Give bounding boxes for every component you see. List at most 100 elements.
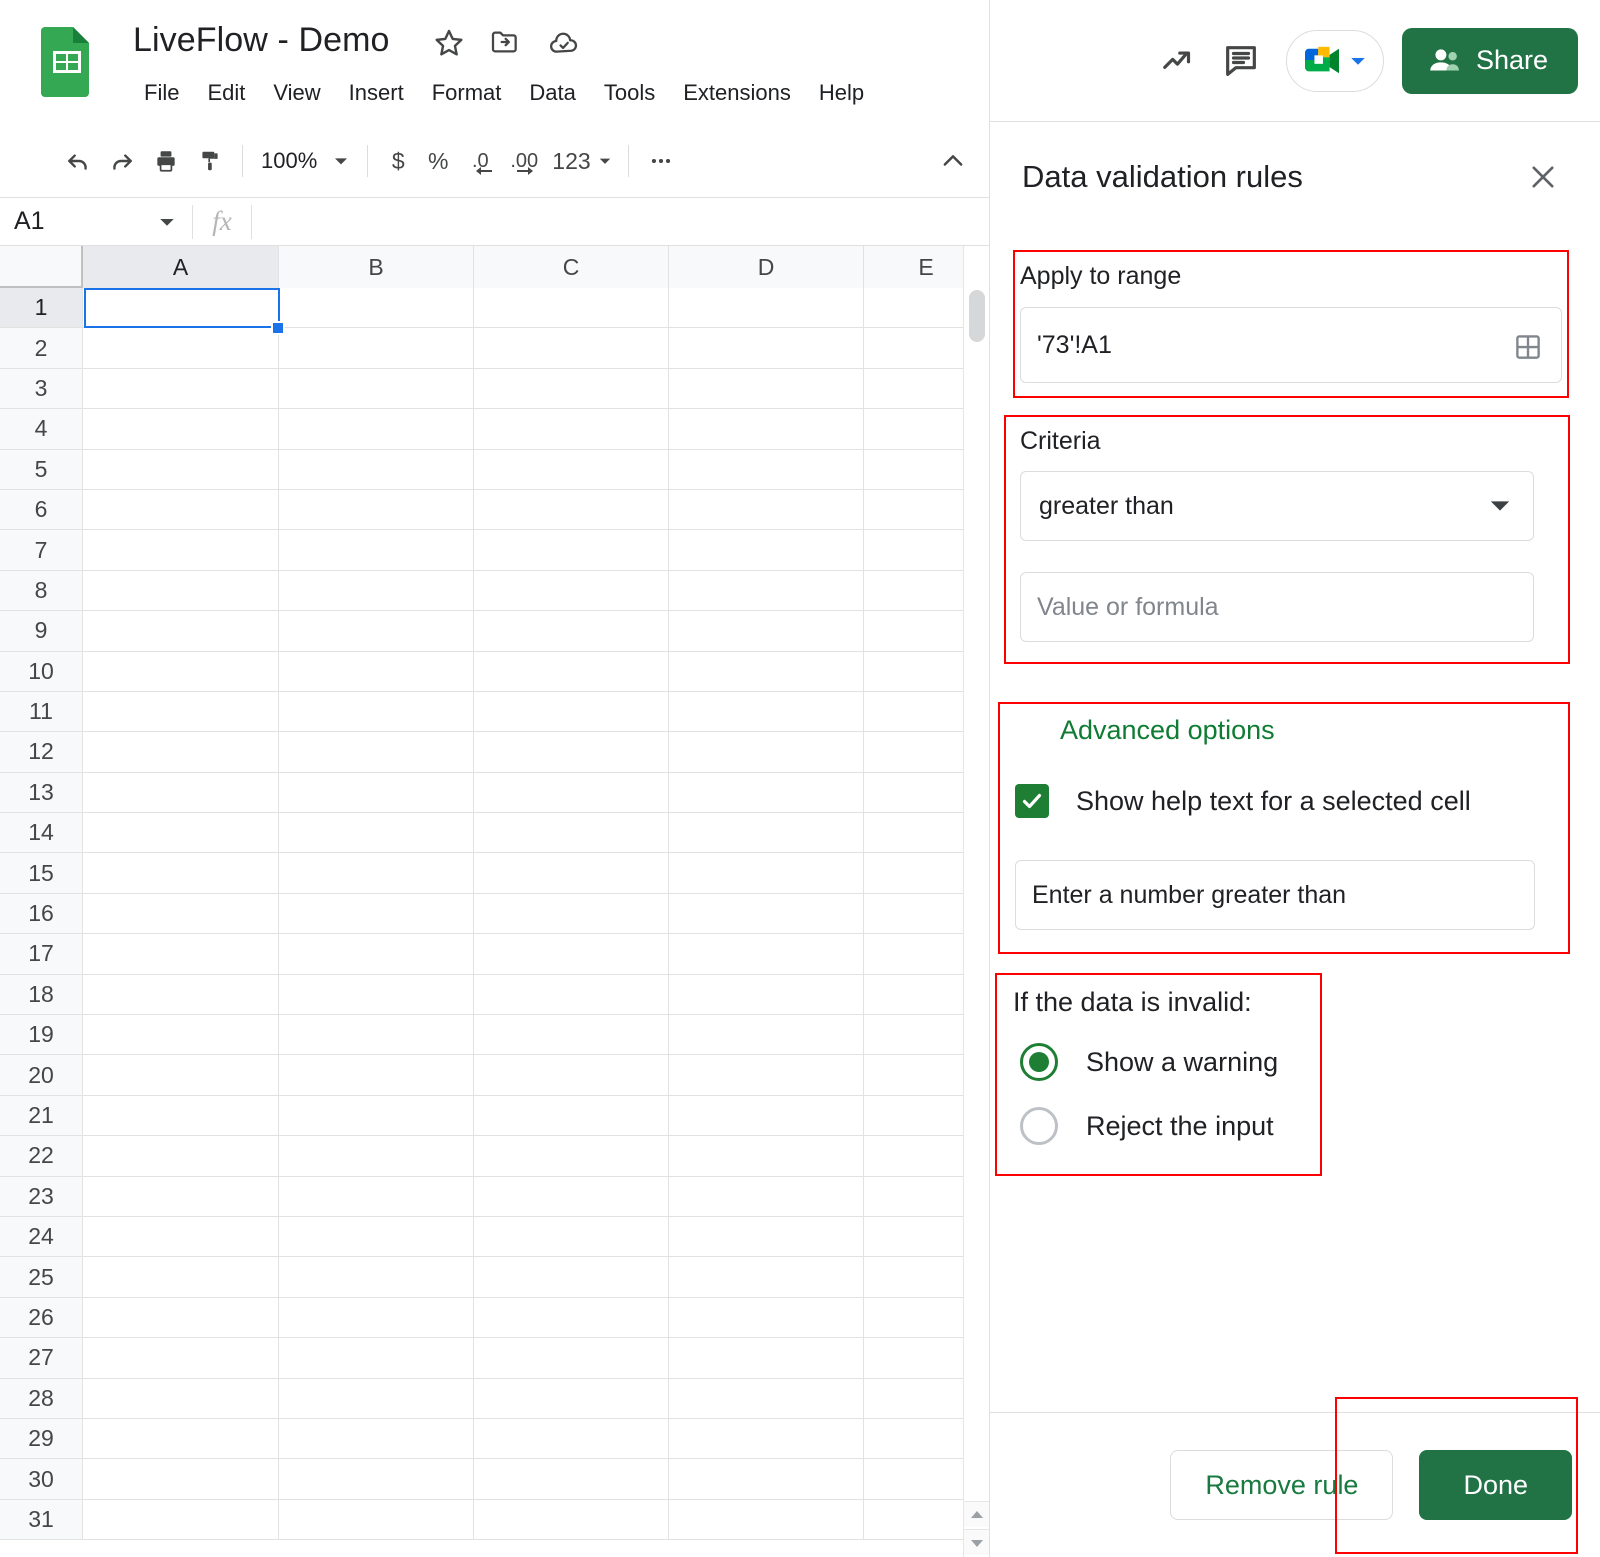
cell-B19[interactable] <box>279 1015 474 1055</box>
cell-C18[interactable] <box>474 975 669 1015</box>
cell-D14[interactable] <box>669 813 864 853</box>
cell-C25[interactable] <box>474 1257 669 1297</box>
cell-C3[interactable] <box>474 369 669 409</box>
trending-up-button[interactable] <box>1148 30 1210 92</box>
cell-D5[interactable] <box>669 450 864 490</box>
row-header-19[interactable]: 19 <box>0 1015 83 1055</box>
cell-D17[interactable] <box>669 934 864 974</box>
cell-A22[interactable] <box>83 1136 279 1176</box>
row-header-26[interactable]: 26 <box>0 1298 83 1338</box>
cell-C26[interactable] <box>474 1298 669 1338</box>
cell-C17[interactable] <box>474 934 669 974</box>
cell-B21[interactable] <box>279 1096 474 1136</box>
scroll-up-button[interactable] <box>964 1501 989 1527</box>
apply-to-range-input[interactable]: '73'!A1 <box>1020 307 1562 383</box>
row-header-30[interactable]: 30 <box>0 1459 83 1499</box>
cell-A21[interactable] <box>83 1096 279 1136</box>
cell-C5[interactable] <box>474 450 669 490</box>
cell-D31[interactable] <box>669 1500 864 1540</box>
redo-button[interactable] <box>100 139 144 183</box>
cell-B18[interactable] <box>279 975 474 1015</box>
row-header-18[interactable]: 18 <box>0 975 83 1015</box>
show-help-text-checkbox[interactable] <box>1015 784 1049 818</box>
cell-D10[interactable] <box>669 652 864 692</box>
row-header-28[interactable]: 28 <box>0 1379 83 1419</box>
cell-B27[interactable] <box>279 1338 474 1378</box>
zoom-select[interactable]: 100% <box>253 141 357 181</box>
row-header-12[interactable]: 12 <box>0 732 83 772</box>
cell-B13[interactable] <box>279 773 474 813</box>
cell-B23[interactable] <box>279 1177 474 1217</box>
row-header-11[interactable]: 11 <box>0 692 83 732</box>
menu-item-format[interactable]: Format <box>418 76 516 110</box>
cell-D9[interactable] <box>669 611 864 651</box>
cell-A20[interactable] <box>83 1055 279 1095</box>
currency-format-button[interactable]: $ <box>378 141 418 181</box>
print-button[interactable] <box>144 139 188 183</box>
radio-show-warning-row[interactable]: Show a warning <box>1020 1043 1278 1081</box>
row-header-4[interactable]: 4 <box>0 409 83 449</box>
row-header-6[interactable]: 6 <box>0 490 83 530</box>
cell-A2[interactable] <box>83 328 279 368</box>
cell-B31[interactable] <box>279 1500 474 1540</box>
google-sheets-logo-icon[interactable] <box>40 25 94 97</box>
cell-B4[interactable] <box>279 409 474 449</box>
row-header-17[interactable]: 17 <box>0 934 83 974</box>
column-header-b[interactable]: B <box>279 246 474 288</box>
cell-C20[interactable] <box>474 1055 669 1095</box>
column-header-c[interactable]: C <box>474 246 669 288</box>
cell-D7[interactable] <box>669 530 864 570</box>
share-button[interactable]: Share <box>1402 28 1578 94</box>
row-header-25[interactable]: 25 <box>0 1257 83 1297</box>
range-picker-grid-icon[interactable] <box>1513 332 1543 362</box>
cell-D1[interactable] <box>669 288 864 328</box>
cell-B6[interactable] <box>279 490 474 530</box>
cell-D15[interactable] <box>669 853 864 893</box>
row-header-23[interactable]: 23 <box>0 1177 83 1217</box>
cell-A9[interactable] <box>83 611 279 651</box>
cell-B24[interactable] <box>279 1217 474 1257</box>
row-header-10[interactable]: 10 <box>0 652 83 692</box>
cell-B28[interactable] <box>279 1379 474 1419</box>
cell-D27[interactable] <box>669 1338 864 1378</box>
cell-D2[interactable] <box>669 328 864 368</box>
show-help-text-row[interactable]: Show help text for a selected cell <box>1015 784 1471 818</box>
row-header-24[interactable]: 24 <box>0 1217 83 1257</box>
paint-format-button[interactable] <box>188 139 232 183</box>
cell-B1[interactable] <box>279 288 474 328</box>
cell-A12[interactable] <box>83 732 279 772</box>
cell-D26[interactable] <box>669 1298 864 1338</box>
cell-B26[interactable] <box>279 1298 474 1338</box>
cell-B20[interactable] <box>279 1055 474 1095</box>
move-to-folder-icon[interactable] <box>489 26 521 58</box>
row-header-8[interactable]: 8 <box>0 571 83 611</box>
menu-item-view[interactable]: View <box>259 76 334 110</box>
radio-reject-input[interactable] <box>1020 1107 1058 1145</box>
cell-A23[interactable] <box>83 1177 279 1217</box>
cell-C27[interactable] <box>474 1338 669 1378</box>
row-header-31[interactable]: 31 <box>0 1500 83 1540</box>
cell-C11[interactable] <box>474 692 669 732</box>
menu-item-insert[interactable]: Insert <box>335 76 418 110</box>
cell-B2[interactable] <box>279 328 474 368</box>
menu-item-data[interactable]: Data <box>515 76 589 110</box>
select-all-corner[interactable] <box>0 246 83 288</box>
row-header-5[interactable]: 5 <box>0 450 83 490</box>
cell-A17[interactable] <box>83 934 279 974</box>
cell-A11[interactable] <box>83 692 279 732</box>
cell-D20[interactable] <box>669 1055 864 1095</box>
percent-format-button[interactable]: % <box>418 141 458 181</box>
row-header-2[interactable]: 2 <box>0 328 83 368</box>
cell-B8[interactable] <box>279 571 474 611</box>
cell-A18[interactable] <box>83 975 279 1015</box>
cell-B10[interactable] <box>279 652 474 692</box>
cell-C10[interactable] <box>474 652 669 692</box>
more-options-button[interactable] <box>639 139 683 183</box>
cell-C19[interactable] <box>474 1015 669 1055</box>
cell-D18[interactable] <box>669 975 864 1015</box>
cell-A10[interactable] <box>83 652 279 692</box>
name-box[interactable]: A1 <box>0 198 192 245</box>
cell-B5[interactable] <box>279 450 474 490</box>
help-text-input[interactable]: Enter a number greater than <box>1015 860 1535 930</box>
cloud-saved-icon[interactable] <box>547 27 581 59</box>
